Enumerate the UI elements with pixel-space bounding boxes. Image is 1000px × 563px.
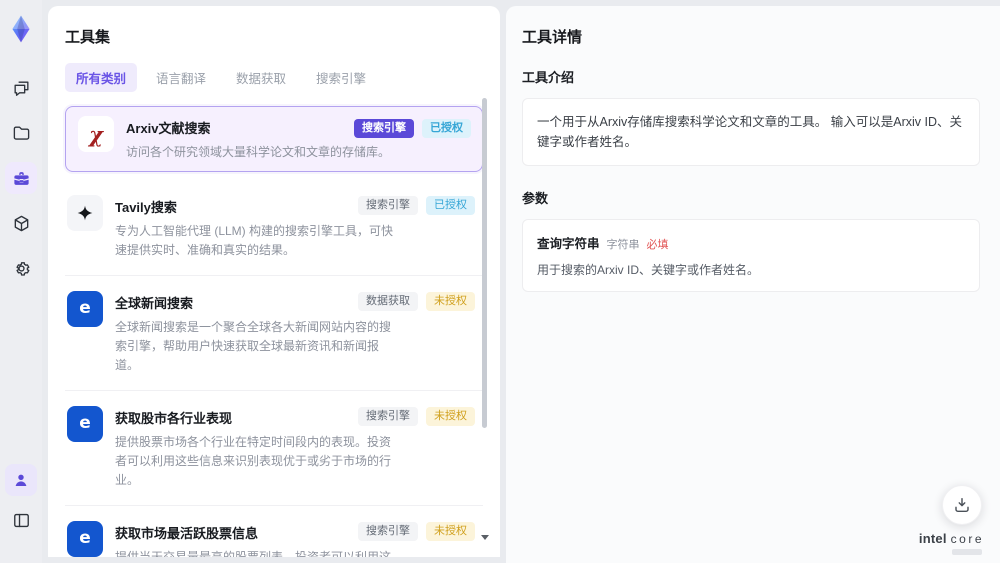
list-scrollbar[interactable] bbox=[481, 94, 489, 546]
chat-icon bbox=[12, 79, 31, 98]
download-button[interactable] bbox=[942, 485, 982, 525]
tool-detail-panel: 工具详情 工具介绍 一个用于从Arxiv存储库搜索科学论文和文章的工具。 输入可… bbox=[506, 6, 1000, 563]
status-badge: 未授权 bbox=[426, 521, 475, 541]
category-badge: 搜索引擎 bbox=[358, 521, 418, 541]
tool-list-item[interactable]: e 获取股市各行业表现 提供股票市场各个行业在特定时间段内的表现。投资者可以利用… bbox=[65, 391, 483, 506]
download-icon bbox=[952, 495, 972, 515]
panel-toggle-icon bbox=[12, 511, 31, 530]
sidebar-item-toolbox[interactable] bbox=[5, 162, 37, 194]
sidebar-item-panel-toggle[interactable] bbox=[5, 504, 37, 536]
tool-list: χ Arxiv文献搜索 访问各个研究领域大量科学论文和文章的存储库。 搜索引擎 … bbox=[65, 106, 483, 557]
params-heading: 参数 bbox=[522, 191, 549, 206]
param-card: 查询字符串 字符串 必填 用于搜索的Arxiv ID、关键字或作者姓名。 bbox=[522, 219, 980, 292]
category-badge: 搜索引擎 bbox=[354, 119, 414, 138]
folder-icon bbox=[12, 124, 31, 143]
sidebar-item-folder[interactable] bbox=[5, 117, 37, 149]
brand-intel-text: intel bbox=[918, 531, 947, 546]
status-badge: 未授权 bbox=[426, 291, 475, 311]
intro-text: 一个用于从Arxiv存储库搜索科学论文和文章的工具。 输入可以是Arxiv ID… bbox=[537, 115, 963, 149]
news-e-icon: e bbox=[67, 405, 103, 442]
param-required-flag: 必填 bbox=[646, 239, 669, 251]
detail-title: 工具详情 bbox=[522, 29, 583, 46]
brand-subtext-bar bbox=[952, 549, 982, 555]
status-badge: 已授权 bbox=[426, 195, 475, 215]
tab-all-categories[interactable]: 所有类别 bbox=[65, 63, 138, 92]
tool-list-item[interactable]: e 获取市场最活跃股票信息 提供当天交易量最高的股票列表，投资者可以利用这些信息… bbox=[65, 506, 483, 557]
toolbox-icon bbox=[12, 169, 31, 188]
tool-list-item[interactable]: e 全球新闻搜索 全球新闻搜索是一个聚合全球各大新闻网站内容的搜索引擎，帮助用户… bbox=[65, 276, 483, 391]
tool-description: 访问各个研究领域大量科学论文和文章的存储库。 bbox=[126, 145, 391, 159]
tool-description: 专为人工智能代理 (LLM) 构建的搜索引擎工具，可快速提供实时、准确和真实的结… bbox=[115, 223, 394, 257]
param-description: 用于搜索的Arxiv ID、关键字或作者姓名。 bbox=[537, 263, 760, 277]
arxiv-logo-icon: χ bbox=[78, 116, 114, 152]
sidebar-item-user[interactable] bbox=[5, 464, 37, 496]
category-badge: 搜索引擎 bbox=[358, 406, 418, 426]
status-badge: 未授权 bbox=[426, 406, 475, 426]
status-badge: 已授权 bbox=[422, 119, 471, 138]
tool-description: 提供股票市场各个行业在特定时间段内的表现。投资者可以利用这些信息来识别表现优于或… bbox=[115, 434, 392, 487]
intro-card: 一个用于从Arxiv存储库搜索科学论文和文章的工具。 输入可以是Arxiv ID… bbox=[522, 98, 980, 166]
news-e-icon: e bbox=[67, 290, 103, 327]
sidebar-item-chat[interactable] bbox=[5, 72, 37, 104]
news-e-icon: e bbox=[67, 520, 103, 557]
sidebar-rail bbox=[0, 0, 42, 563]
sidebar-item-settings[interactable] bbox=[5, 252, 37, 284]
tab-data-fetch[interactable]: 数据获取 bbox=[225, 63, 297, 92]
brand-core-text: core bbox=[950, 532, 984, 546]
category-badge: 数据获取 bbox=[358, 291, 418, 311]
scrollbar-down-arrow-icon[interactable] bbox=[481, 535, 489, 540]
tool-list-item[interactable]: χ Arxiv文献搜索 访问各个研究领域大量科学论文和文章的存储库。 搜索引擎 … bbox=[65, 106, 483, 172]
tool-description: 提供当天交易量最高的股票列表，投资者可以利用这些信息来识别流动性强的股票和潜在的… bbox=[115, 549, 392, 557]
tab-language-translation[interactable]: 语言翻译 bbox=[145, 63, 217, 92]
app-logo-icon bbox=[6, 14, 36, 44]
category-tabs: 所有类别 语言翻译 数据获取 搜索引擎 bbox=[65, 63, 483, 92]
gear-icon bbox=[12, 259, 31, 278]
user-icon bbox=[12, 471, 30, 489]
tool-description: 全球新闻搜索是一个聚合全球各大新闻网站内容的搜索引擎，帮助用户快速获取全球最新资… bbox=[115, 319, 392, 372]
intel-core-logo: intel core bbox=[919, 531, 984, 555]
tool-list-item[interactable]: Tavily搜索 专为人工智能代理 (LLM) 构建的搜索引擎工具，可快速提供实… bbox=[65, 180, 483, 276]
tavily-star-icon bbox=[67, 194, 103, 231]
param-name: 查询字符串 bbox=[537, 237, 600, 251]
tab-search-engine[interactable]: 搜索引擎 bbox=[305, 63, 377, 92]
sidebar-item-cube[interactable] bbox=[5, 207, 37, 239]
param-type: 字符串 bbox=[606, 239, 640, 251]
intro-heading: 工具介绍 bbox=[522, 70, 575, 85]
tool-list-panel: 工具集 所有类别 语言翻译 数据获取 搜索引擎 χ Arxiv文献搜索 访问各个研究领… bbox=[48, 6, 500, 557]
scrollbar-thumb[interactable] bbox=[482, 98, 487, 428]
category-badge: 搜索引擎 bbox=[358, 195, 418, 215]
cube-icon bbox=[12, 214, 31, 233]
page-title: 工具集 bbox=[65, 29, 111, 46]
